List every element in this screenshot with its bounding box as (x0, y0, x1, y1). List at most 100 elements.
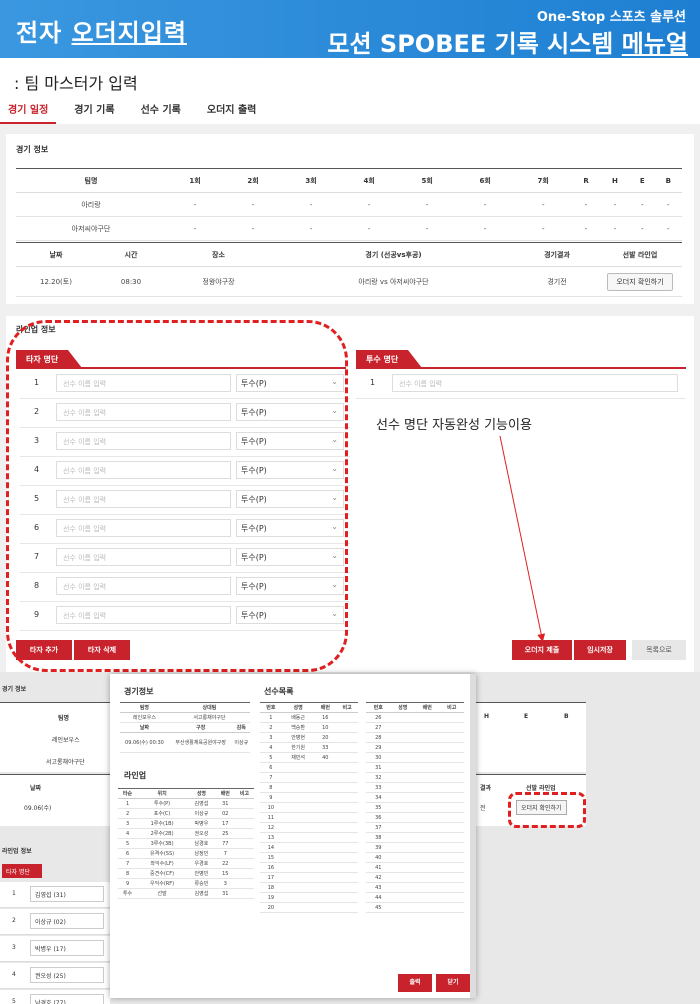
roster-row-cell (415, 802, 440, 813)
roster-row: 39 (366, 842, 464, 853)
roster-row-cell: 26 (366, 712, 391, 723)
roster-row: 15 (260, 852, 358, 863)
header-row: 번호 성명 배번 비고 (366, 702, 464, 713)
roster-row-cell (390, 792, 415, 803)
tab-order-print[interactable]: 오더지 출력 (199, 98, 264, 124)
roster-row-cell (281, 902, 315, 913)
lineup-row: 7 좌익수(LF) 우경호 22 (118, 858, 254, 869)
roster-row: 7 (260, 772, 358, 783)
modal-print-button[interactable]: 출력 (398, 974, 432, 992)
lineup-row-cell: 김영섭 (187, 798, 216, 809)
bg-team-table: 팀명 레인보우스 서고롱채야구단 (0, 702, 110, 772)
roster-row-cell: 43 (366, 882, 391, 893)
modal-scrollbar[interactable] (470, 674, 476, 998)
bg-team-header: 팀명 (58, 715, 70, 722)
banner-title: 전자 오더지입력 (16, 19, 187, 47)
banner-system-name: 모션 SPOBEE 기록 시스템 메뉴얼 (327, 30, 688, 58)
lineup-row: 8 중견수(CF) 안병민 15 (118, 868, 254, 879)
roster-row-cell (281, 892, 315, 903)
roster-row-cell (336, 852, 358, 863)
bg-team-2: 서고롱채야구단 (46, 759, 85, 766)
roster-row-cell: 30 (366, 752, 391, 763)
roster-row-cell (415, 812, 440, 823)
tab-player-record[interactable]: 선수 기록 (133, 98, 189, 124)
roster-row: 19 (260, 892, 358, 903)
lineup-row-cell: 이상규 (187, 808, 216, 819)
modal-close-button[interactable]: 닫기 (436, 974, 470, 992)
lineup-row-cell: 중견수(CF) (137, 868, 188, 879)
lineup-row-cell: 우익수(RF) (137, 878, 188, 889)
lineup-row-header: 타순 (118, 788, 138, 799)
score-cell: - (514, 216, 573, 241)
roster-row-cell (281, 762, 315, 773)
roster-row-cell (336, 752, 358, 763)
bg-batter-order: 5 (12, 998, 16, 1004)
temp-save-button[interactable]: 임시저장 (574, 640, 626, 660)
roster-row-cell (439, 812, 464, 823)
roster-row-cell: 39 (366, 842, 391, 853)
score-cell: - (398, 216, 457, 241)
score-col-6: 6회 (456, 168, 515, 193)
check-order-button[interactable]: 오더지 확인하기 (607, 272, 673, 291)
roster-row-cell (281, 832, 315, 843)
roster-row: 44 (366, 892, 464, 903)
roster-row-cell (390, 742, 415, 753)
roster-row-cell (281, 792, 315, 803)
score-team-name: 아리랑 (16, 192, 166, 217)
roster-row-cell (439, 832, 464, 843)
mgi-field-h: 구장 (168, 722, 233, 733)
roster-row-cell (281, 862, 315, 873)
lineup-row-cell: 남정민 (187, 848, 216, 859)
score-cell: - (166, 192, 225, 217)
col-lineup: 선발 라인업 (598, 242, 682, 267)
lineup-row: 6 유격수(SS) 남정민 7 (118, 848, 254, 859)
score-cell: - (572, 192, 600, 217)
roster-row-cell (439, 902, 464, 913)
lineup-row-cell: 1 (118, 798, 138, 809)
lineup-row-cell: 투수(P) (137, 798, 188, 809)
roster-row-cell (336, 892, 358, 903)
roster-row-header: 번호 (366, 702, 391, 713)
bg-h-header: H (484, 713, 490, 720)
lineup-row-cell: 1루수(1B) (137, 818, 188, 829)
score-col-3: 3회 (282, 168, 341, 193)
roster-row: 3 안병현 20 (260, 732, 358, 743)
back-to-list-button[interactable]: 목록으로 (632, 640, 686, 660)
roster-row-cell: 4 (260, 742, 282, 753)
submit-order-button[interactable]: 오더지 제출 (512, 640, 572, 660)
pitcher-name-input[interactable]: 선수 이름 입력 (392, 374, 678, 392)
roster-row-cell: 35 (366, 802, 391, 813)
pitchers-tab[interactable]: 투수 명단 (356, 350, 423, 368)
roster-row-cell: 40 (366, 852, 391, 863)
roster-row-cell (439, 722, 464, 733)
roster-row-cell (314, 872, 337, 883)
highlight-batter-list (6, 320, 348, 672)
roster-row-header: 성명 (281, 702, 315, 713)
roster-row-cell: 20 (314, 732, 337, 743)
roster-row-header: 비고 (336, 702, 358, 713)
lineup-row-cell (234, 878, 254, 889)
roster-row-cell: 13 (260, 832, 282, 843)
pitcher-row: 1 선수 이름 입력 (356, 370, 686, 399)
pitchers-underline (356, 367, 686, 369)
bg-right-area: H E B 결과 전 선발 라인업 오더지 확인하기 (476, 672, 700, 1004)
tab-game-record[interactable]: 경기 기록 (66, 98, 122, 124)
roster-row-cell (415, 742, 440, 753)
roster-row: 6 (260, 762, 358, 773)
lineup-row-cell (234, 808, 254, 819)
score-cell: - (654, 216, 682, 241)
bg-result-header: 결과 (480, 785, 492, 792)
roster-row-cell (281, 812, 315, 823)
modal-lineup-table: 타순 위치 성명 배번 비고 1 투수(P) 김영섭 31 2 포수(C) 이상규 02 3 1루수(1B)… (118, 788, 254, 899)
bg-date: 09.06(수) (24, 805, 52, 812)
roster-row-cell (314, 802, 337, 813)
roster-row: 14 (260, 842, 358, 853)
roster-row-cell (390, 902, 415, 913)
tab-game-schedule[interactable]: 경기 일정 (0, 98, 57, 124)
roster-row-cell (415, 732, 440, 743)
roster-row-cell (336, 712, 358, 723)
roster-row: 32 (366, 772, 464, 783)
score-col-8: R (572, 168, 600, 193)
roster-row-cell: 42 (366, 872, 391, 883)
roster-row-cell: 37 (366, 822, 391, 833)
